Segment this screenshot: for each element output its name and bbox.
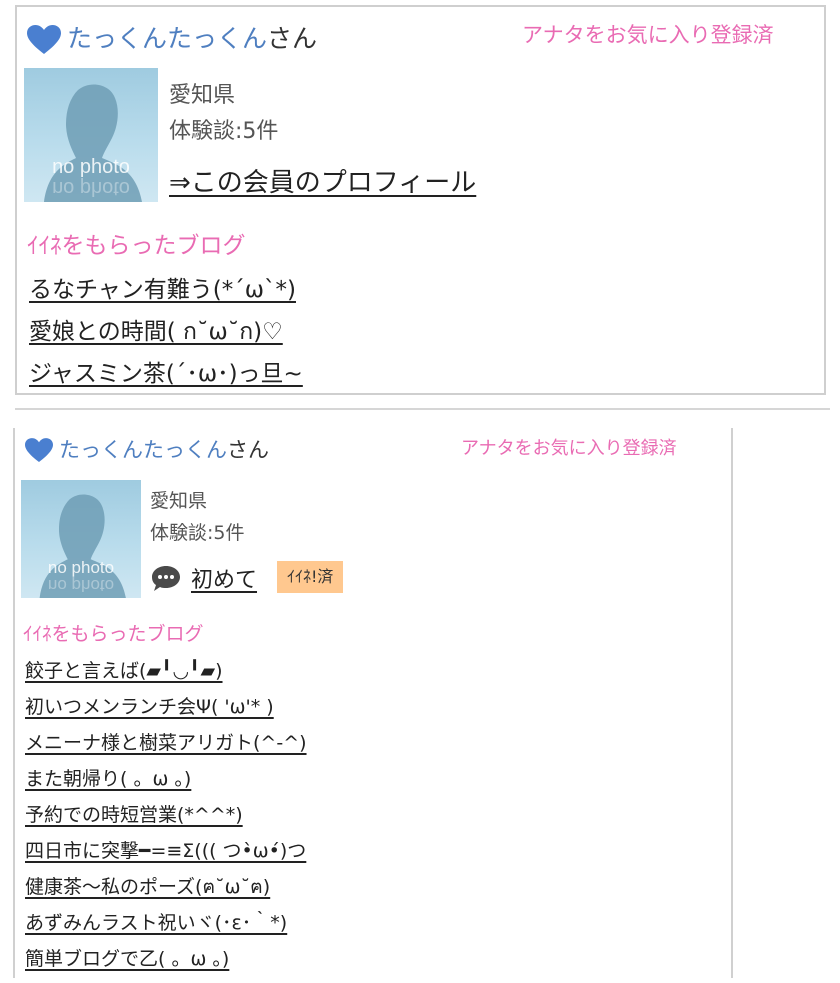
member-name-row: たっくんたっくんさん — [67, 19, 317, 55]
member-name-row: たっくんたっくんさん — [59, 434, 269, 464]
heart-icon — [25, 438, 53, 463]
first-review-link[interactable]: 初めて — [191, 562, 257, 594]
blog-link[interactable]: あずみんラスト祝いヾ(･ε･｀*) — [25, 908, 287, 935]
comment-bubble-icon — [151, 565, 181, 596]
san-suffix: さん — [267, 24, 318, 53]
favorite-status: アナタをお気に入り登録済 — [461, 438, 677, 459]
review-count: 体験談:5件 — [150, 522, 245, 544]
blog-link[interactable]: 健康茶〜私のポーズ(ฅ˘ω˘ฅ) — [25, 872, 270, 902]
member-avatar[interactable]: no photo no photo — [24, 68, 158, 202]
prefecture: 愛知県 — [150, 490, 208, 512]
profile-link[interactable]: ⇒この会員のプロフィール — [169, 162, 476, 199]
blog-link[interactable]: 初いつメンランチ会Ψ( 'ω'* ) — [25, 692, 274, 719]
no-photo-reflection: no photo — [52, 177, 130, 199]
favorite-status: アナタをお気に入り登録済 — [522, 23, 774, 47]
member-avatar[interactable]: no photo no photo — [21, 480, 141, 598]
member-card-1: たっくんたっくんさん アナタをお気に入り登録済 no photo no phot… — [15, 5, 826, 395]
blog-link[interactable]: 簡単ブログで乙( 。ω 。) — [25, 944, 229, 971]
liked-badge: ｲｲﾈ!済 — [277, 561, 344, 593]
blog-link[interactable]: ジャスミン茶(´･ω･)っ旦~ — [29, 354, 303, 388]
blog-link[interactable]: メニーナ様と樹菜アリガト(^-^) — [25, 728, 307, 755]
blog-link[interactable]: るなチャン有難う(*´ω`*) — [29, 270, 296, 304]
card-divider — [15, 408, 830, 410]
member-name-link[interactable]: たっくんたっくん — [67, 24, 267, 53]
blog-link[interactable]: 餃子と言えば(▰╹◡╹▰) — [25, 656, 223, 683]
member-name-link[interactable]: たっくんたっくん — [59, 438, 227, 462]
no-photo-reflection: no photo — [47, 576, 115, 595]
blog-link[interactable]: また朝帰り( 。ω 。) — [25, 764, 191, 791]
review-count: 体験談:5件 — [169, 119, 279, 144]
liked-blogs-heading: ｲｲﾈをもらったブログ — [23, 623, 204, 645]
liked-blogs-heading: ｲｲﾈをもらったブログ — [27, 233, 246, 259]
san-suffix: さん — [227, 438, 269, 462]
prefecture: 愛知県 — [169, 83, 236, 108]
heart-icon — [27, 25, 61, 55]
blog-link[interactable]: 愛娘との時間( ก˘ω˘ก)♡ — [29, 312, 283, 350]
member-card-2: たっくんたっくんさん アナタをお気に入り登録済 no photo no phot… — [13, 428, 733, 978]
blog-link[interactable]: 予約での時短営業(*^^*) — [25, 800, 243, 827]
blog-link[interactable]: 四日市に突撃━=≡Σ((( つ•̀ω•́)つ — [25, 836, 306, 863]
